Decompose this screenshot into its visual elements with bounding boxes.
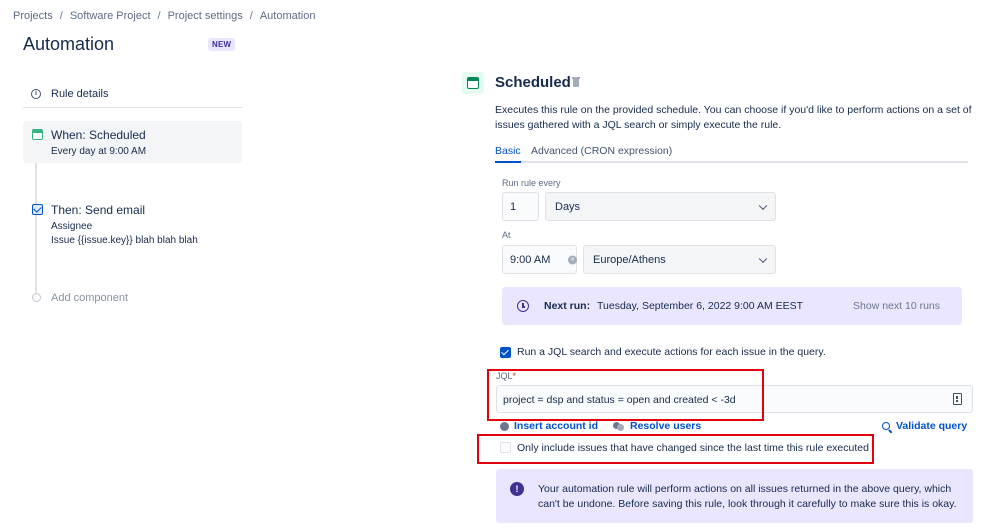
tab-advanced-cron[interactable]: Advanced (CRON expression) <box>531 145 672 161</box>
show-next-runs-button[interactable]: Show next 10 runs <box>853 300 940 312</box>
jql-search-checkbox[interactable] <box>500 347 511 358</box>
user-icon <box>500 421 509 431</box>
breadcrumb-projects[interactable]: Projects <box>13 10 53 22</box>
when-step-title: When: Scheduled <box>51 128 146 142</box>
next-run-value: Tuesday, September 6, 2022 9:00 AM EEST <box>597 300 804 312</box>
at-label: At <box>502 230 511 240</box>
jql-search-checkbox-label: Run a JQL search and execute actions for… <box>517 346 826 358</box>
breadcrumb-software-project[interactable]: Software Project <box>70 10 151 22</box>
next-run-label: Next run: <box>544 300 591 312</box>
breadcrumb-project-settings[interactable]: Project settings <box>168 10 243 22</box>
calendar-icon <box>467 77 479 89</box>
highlight-box-jql <box>487 369 764 421</box>
timezone-select[interactable]: Europe/Athens <box>583 245 776 274</box>
run-every-label: Run rule every <box>502 178 561 188</box>
users-icon <box>613 421 625 431</box>
rule-details-label: Rule details <box>51 87 109 100</box>
page-title: Automation <box>23 34 115 54</box>
new-badge: NEW <box>208 38 236 51</box>
scheduled-description: Executes this rule on the provided sched… <box>495 104 972 131</box>
highlight-box-only-changed <box>477 434 874 464</box>
run-every-input[interactable]: 1 <box>502 192 539 221</box>
mail-icon <box>32 204 43 215</box>
info-icon: i <box>31 88 41 99</box>
run-every-unit-value: Days <box>555 200 581 213</box>
warning-message: ! Your automation rule will perform acti… <box>496 469 973 523</box>
scheduled-icon-box <box>462 72 484 94</box>
clear-icon[interactable]: × <box>568 255 577 264</box>
add-component-dot-icon <box>32 293 41 302</box>
next-run-panel: Next run: Tuesday, September 6, 2022 9:0… <box>502 287 962 325</box>
at-time-value: 9:00 AM <box>510 253 551 266</box>
timezone-value: Europe/Athens <box>593 253 666 266</box>
calendar-icon <box>32 129 43 140</box>
when-step-subtitle: Every day at 9:00 AM <box>51 146 147 157</box>
run-every-unit-select[interactable]: Days <box>545 192 776 221</box>
rule-step-then[interactable]: Then: Send email Assignee Issue {{issue.… <box>23 196 242 252</box>
at-time-input[interactable]: 9:00 AM × <box>502 245 577 274</box>
then-step-title: Then: Send email <box>51 203 146 217</box>
chevron-down-icon <box>758 201 768 210</box>
clock-icon <box>517 300 529 312</box>
chevron-down-icon <box>758 254 768 263</box>
resolve-users-button[interactable]: Resolve users <box>613 420 701 432</box>
then-step-subtitle-2: Issue {{issue.key}} blah blah blah <box>51 235 198 246</box>
then-step-subtitle-1: Assignee <box>51 221 93 232</box>
run-every-value: 1 <box>510 200 517 213</box>
schedule-tabs: Basic Advanced (CRON expression) <box>495 145 968 163</box>
warning-icon: ! <box>510 482 524 496</box>
trash-icon[interactable] <box>572 77 580 87</box>
breadcrumb: Projects / Software Project / Project se… <box>13 10 316 22</box>
document-icon[interactable] <box>953 393 962 405</box>
scheduled-title: Scheduled <box>495 74 571 91</box>
warning-text: Your automation rule will perform action… <box>538 483 957 510</box>
insert-account-id-button[interactable]: Insert account id <box>500 420 598 432</box>
rule-details-item[interactable]: i Rule details <box>23 80 242 108</box>
tab-basic[interactable]: Basic <box>495 145 521 163</box>
rule-step-when[interactable]: When: Scheduled Every day at 9:00 AM <box>23 121 242 163</box>
validate-query-button[interactable]: Validate query <box>882 420 967 432</box>
breadcrumb-automation[interactable]: Automation <box>260 10 316 22</box>
search-icon <box>882 422 890 430</box>
add-component-button[interactable]: Add component <box>51 292 128 304</box>
